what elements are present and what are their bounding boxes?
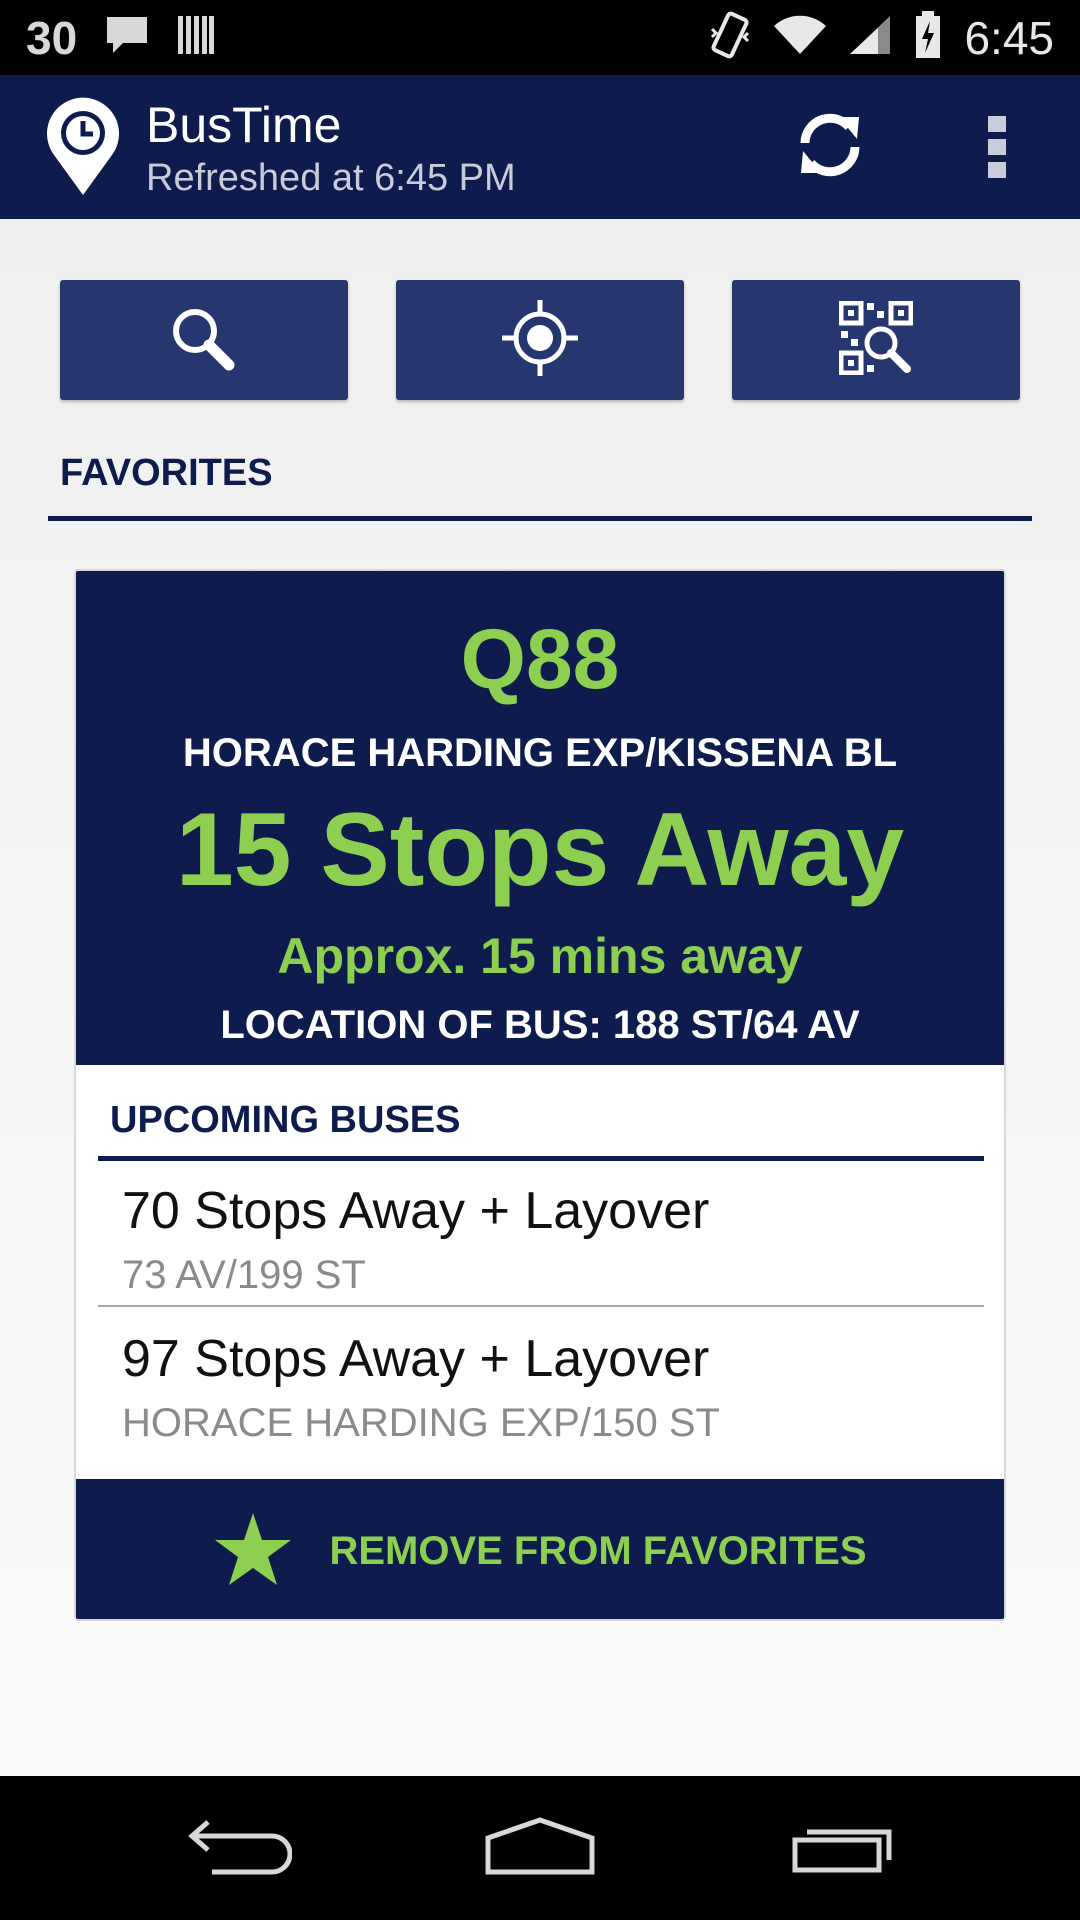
favorite-card: Q88 HORACE HARDING EXP/KISSENA BL 15 Sto…	[74, 569, 1006, 1621]
locate-icon	[502, 299, 578, 381]
app-bar: BusTime Refreshed at 6:45 PM	[0, 75, 1080, 219]
status-bar-right: 6:45	[708, 11, 1054, 65]
approx-time: Approx. 15 mins away	[277, 928, 803, 984]
chat-bubble-icon	[105, 15, 149, 60]
back-button[interactable]	[165, 1802, 315, 1894]
status-time: 6:45	[964, 11, 1054, 64]
locate-button[interactable]	[396, 280, 684, 400]
overflow-menu-button[interactable]	[972, 111, 1022, 187]
remove-from-favorites-label: REMOVE FROM FAVORITES	[329, 1528, 867, 1573]
overflow-menu-icon	[988, 115, 1006, 183]
stop-name: HORACE HARDING EXP/KISSENA BL	[182, 731, 898, 775]
back-icon	[188, 1816, 293, 1881]
recent-apps-icon	[791, 1818, 895, 1879]
bus-location: LOCATION OF BUS: 188 ST/64 AV	[220, 1003, 860, 1047]
upcoming-bus-distance: 70 Stops Away + Layover	[122, 1182, 710, 1240]
wifi-icon	[774, 14, 827, 61]
status-bar-left: 30	[26, 11, 215, 65]
remove-from-favorites-button[interactable]: REMOVE FROM FAVORITES	[76, 1479, 1004, 1619]
upcoming-bus-location: 73 AV/199 ST	[122, 1253, 366, 1297]
refresh-icon	[795, 109, 865, 186]
navigation-bar	[0, 1776, 1080, 1920]
notification-count: 30	[26, 11, 78, 64]
upcoming-bus-item[interactable]: 70 Stops Away + Layover 73 AV/199 ST	[98, 1161, 984, 1307]
screen: 30 6:45 BusTime Refreshed at 6:45 PM FAV…	[0, 0, 1080, 1920]
bustime-logo-icon	[46, 97, 120, 197]
refresh-timestamp: Refreshed at 6:45 PM	[146, 157, 516, 199]
stops-away: 15 Stops Away	[175, 792, 905, 908]
cell-signal-icon	[848, 14, 892, 61]
favorites-header: FAVORITES	[60, 452, 273, 494]
upcoming-buses-header: UPCOMING BUSES	[110, 1099, 461, 1141]
star-icon	[213, 1511, 293, 1592]
app-titles: BusTime Refreshed at 6:45 PM	[146, 97, 516, 203]
qr-scan-button[interactable]	[732, 280, 1020, 400]
upcoming-bus-location: HORACE HARDING EXP/150 ST	[122, 1401, 720, 1445]
home-button[interactable]	[465, 1802, 615, 1894]
search-button[interactable]	[60, 280, 348, 400]
route-name: Q88	[460, 612, 620, 706]
home-icon	[484, 1816, 596, 1881]
recent-apps-button[interactable]	[768, 1802, 918, 1894]
search-icon	[169, 305, 239, 376]
qr-scan-icon	[838, 300, 914, 380]
refresh-button[interactable]	[790, 105, 870, 189]
status-bar: 30 6:45	[0, 0, 1080, 75]
vibrate-icon	[708, 11, 752, 64]
main-content: FAVORITES Q88 HORACE HARDING EXP/KISSENA…	[0, 219, 1080, 1776]
upcoming-bus-item[interactable]: 97 Stops Away + Layover HORACE HARDING E…	[98, 1309, 984, 1455]
favorites-divider	[48, 516, 1032, 521]
battery-charging-icon	[914, 11, 942, 64]
app-title: BusTime	[146, 97, 342, 153]
barcode-icon	[177, 14, 215, 61]
upcoming-bus-distance: 97 Stops Away + Layover	[122, 1330, 710, 1388]
favorite-card-summary[interactable]: Q88 HORACE HARDING EXP/KISSENA BL 15 Sto…	[76, 571, 1004, 1065]
